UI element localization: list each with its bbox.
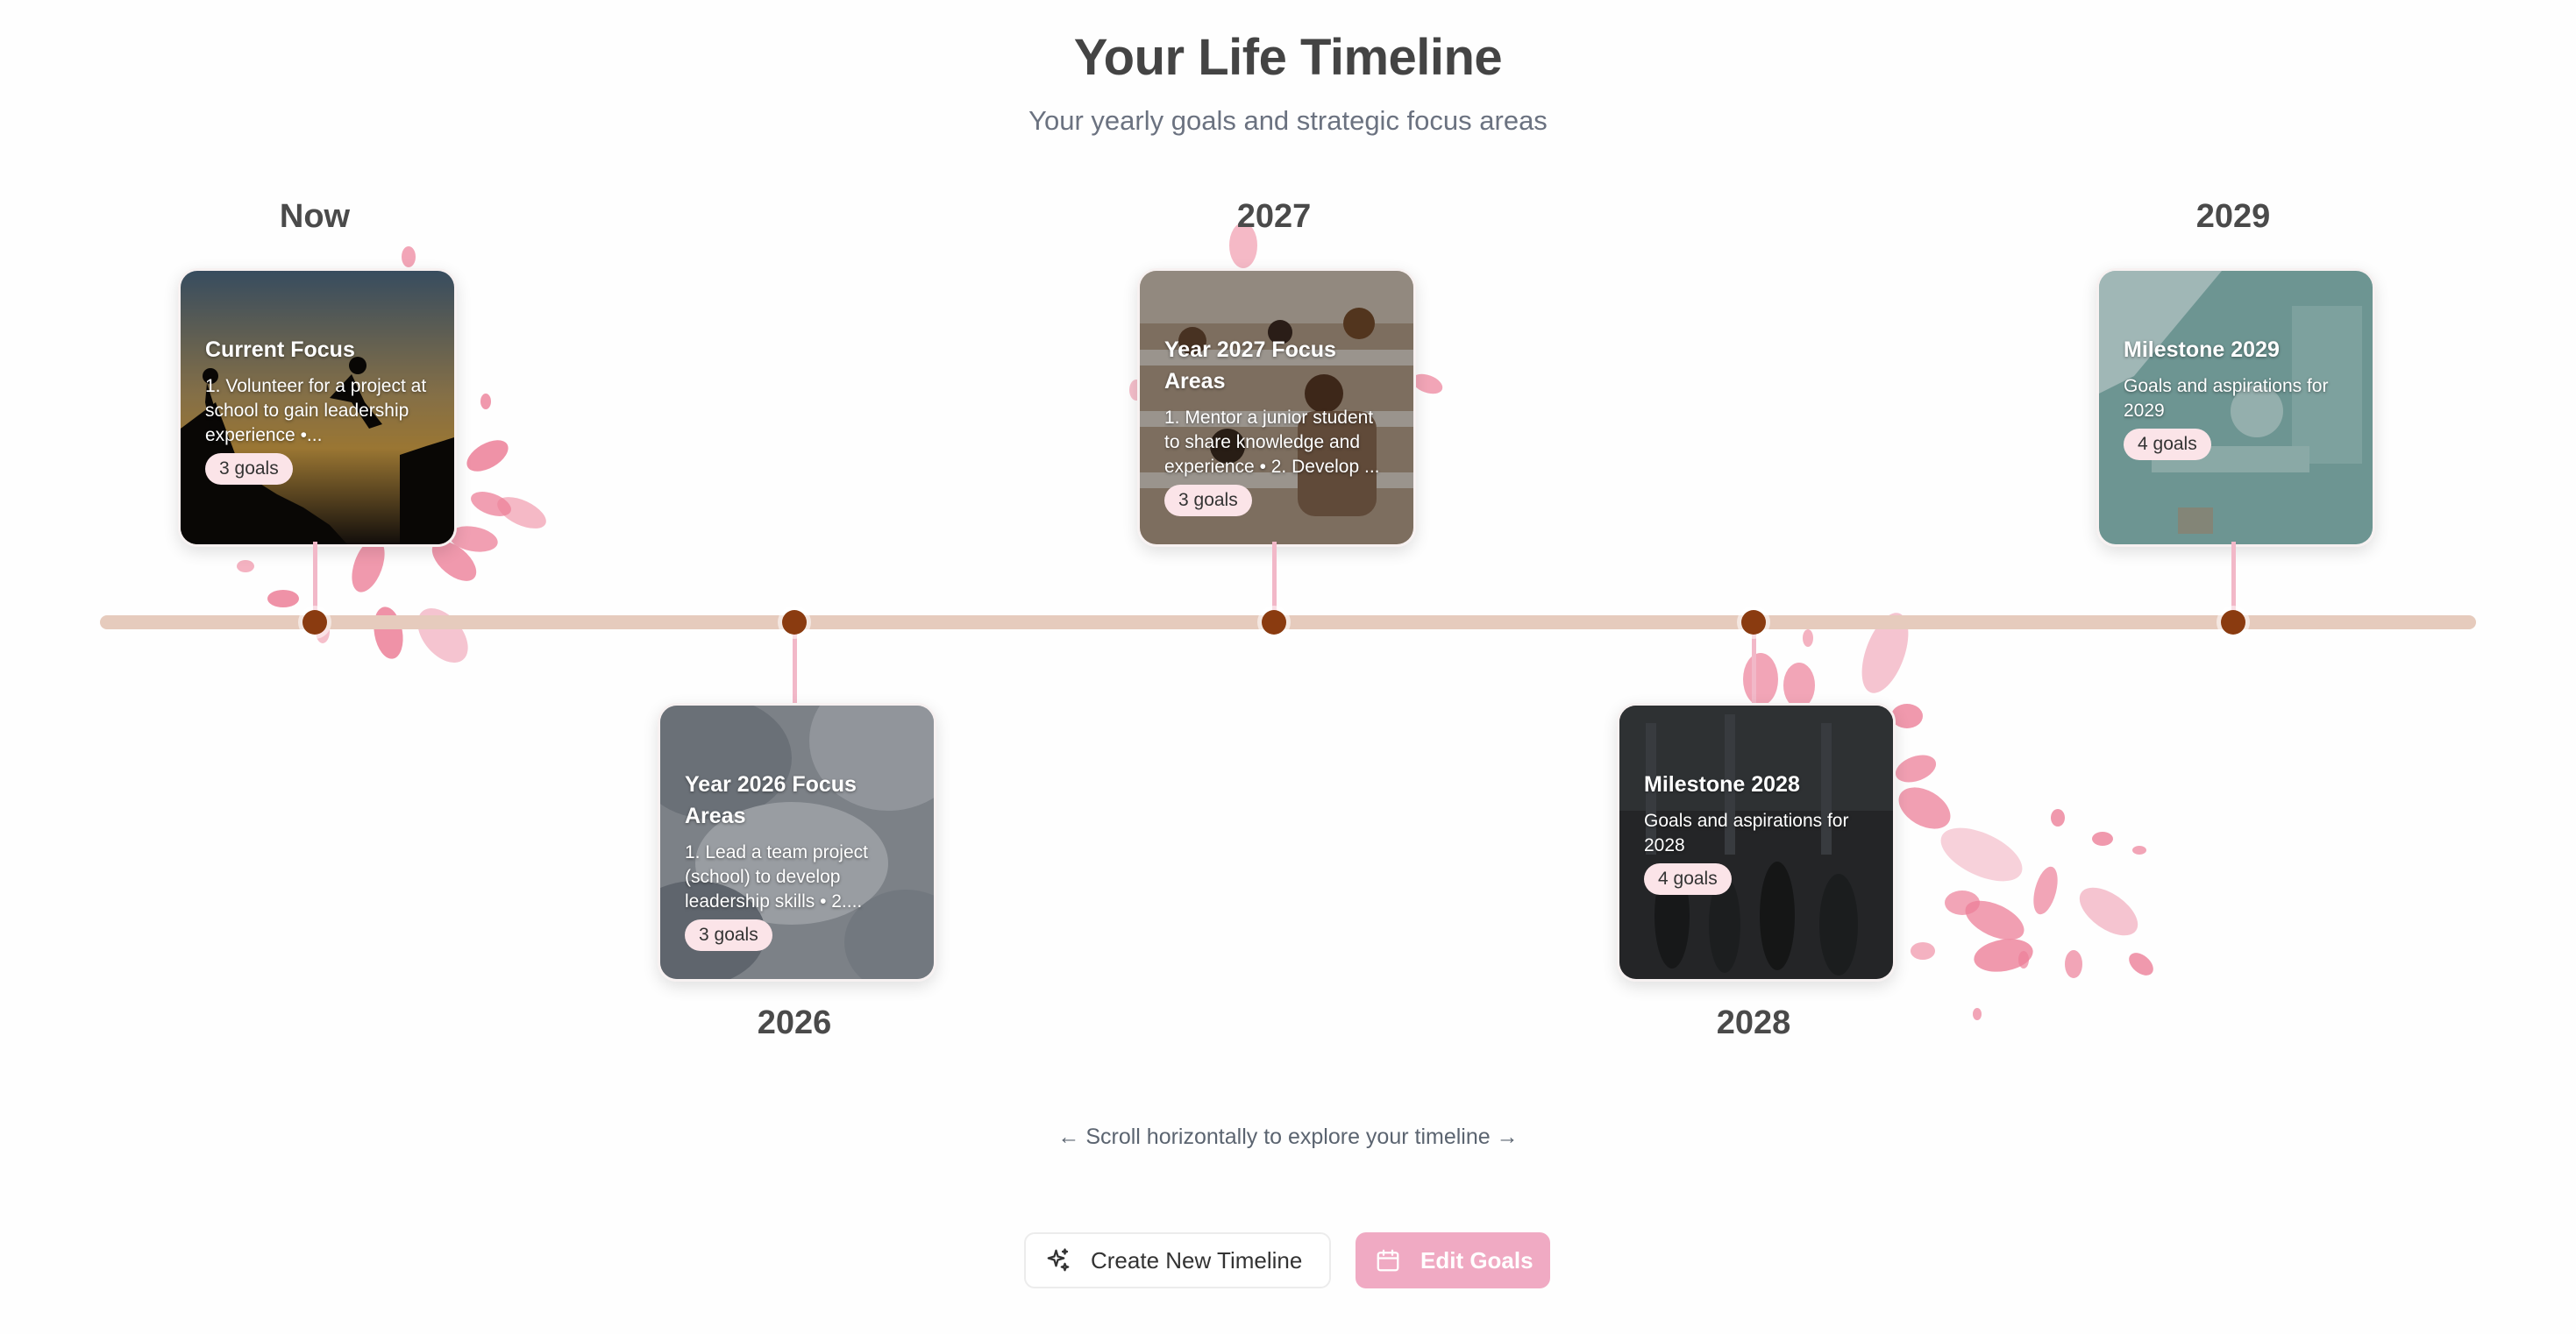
sparkles-icon [1047, 1248, 1070, 1272]
card-description: 1. Mentor a junior student to share know… [1164, 408, 1380, 477]
edit-goals-button[interactable]: Edit Goals [1356, 1232, 1550, 1288]
page-title: Your Life Timeline [1073, 29, 1503, 86]
timeline-card-2028[interactable]: Milestone 2028 Goals and aspirations for… [1617, 703, 1896, 982]
card-title: Milestone 2028 [1644, 772, 1800, 797]
card-description: 1. Volunteer for a project at school to … [205, 376, 427, 445]
timeline-node-2029[interactable] [2221, 610, 2245, 635]
timeline-card-now[interactable]: Current Focus 1. Volunteer for a project… [178, 268, 457, 547]
card-description: 1. Lead a team project (school) to devel… [685, 842, 868, 912]
year-label-2028: 2028 [1716, 1004, 1791, 1041]
card-title: Year 2027 Focus Areas [1164, 337, 1336, 394]
year-label-now: Now [279, 198, 351, 235]
page-subtitle: Your yearly goals and strategic focus ar… [1028, 105, 1548, 136]
card-title: Milestone 2029 [2124, 337, 2280, 362]
year-label-2027: 2027 [1236, 198, 1312, 235]
create-new-timeline-label: Create New Timeline [1091, 1246, 1303, 1274]
timeline-node-now[interactable] [302, 610, 327, 635]
timeline-card-2029[interactable]: Milestone 2029 Goals and aspirations for… [2096, 268, 2375, 547]
timeline-line [100, 615, 2476, 629]
timeline-card-2027[interactable]: Year 2027 Focus Areas 1. Mentor a junior… [1137, 268, 1416, 547]
timeline-card-2026[interactable]: Year 2026 Focus Areas 1. Lead a team pro… [658, 703, 936, 982]
year-label-2029: 2029 [2195, 198, 2271, 235]
timeline-node-2026[interactable] [782, 610, 807, 635]
calendar-icon [1377, 1249, 1399, 1272]
goals-count-badge: 4 goals [1644, 863, 1732, 895]
edit-goals-label: Edit Goals [1420, 1246, 1534, 1274]
scroll-hint: ← Scroll horizontally to explore your ti… [1057, 1125, 1519, 1149]
goals-count-badge: 3 goals [205, 453, 293, 485]
card-description: Goals and aspirations for 2029 [2124, 376, 2329, 421]
goals-count-badge: 3 goals [1164, 485, 1252, 516]
goals-count-badge: 4 goals [2124, 429, 2211, 460]
year-label-2026: 2026 [757, 1004, 832, 1041]
goals-count-badge: 3 goals [685, 919, 772, 951]
timeline-node-2027[interactable] [1262, 610, 1286, 635]
card-description: Goals and aspirations for 2028 [1644, 811, 1849, 855]
card-title: Current Focus [205, 337, 355, 362]
card-title: Year 2026 Focus Areas [685, 772, 857, 828]
timeline-node-2028[interactable] [1741, 610, 1766, 635]
create-new-timeline-button[interactable]: Create New Timeline [1024, 1232, 1331, 1288]
